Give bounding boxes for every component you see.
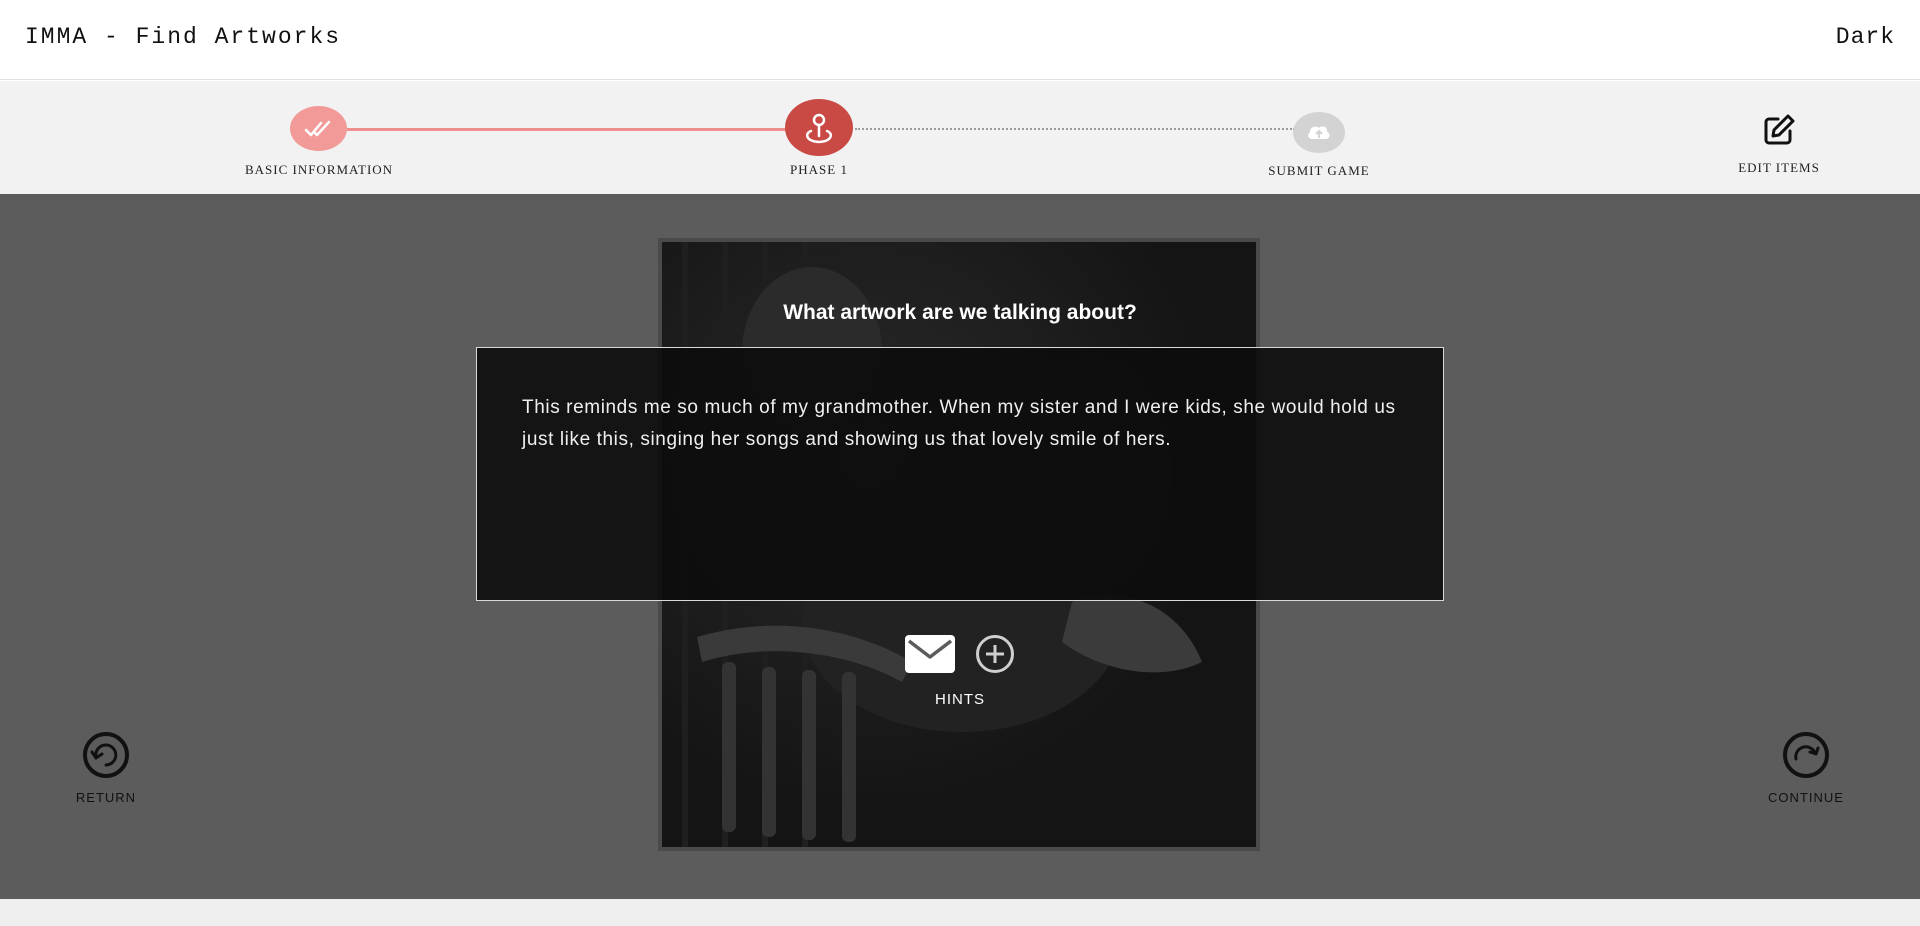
step-submit-game[interactable] [1293, 112, 1345, 153]
redo-icon [1783, 732, 1829, 778]
undo-icon [83, 732, 129, 778]
step-label-submit-game: SUBMIT GAME [1268, 163, 1370, 178]
progress-stepper: BASIC INFORMATION PHASE 1 SUBMIT GAME ED… [0, 81, 1920, 194]
envelope-icon[interactable] [905, 635, 955, 673]
step-label-phase-1: PHASE 1 [790, 162, 848, 177]
return-label: RETURN [75, 790, 137, 805]
description-box: This reminds me so much of my grandmothe… [476, 347, 1444, 601]
cloud-upload-icon [1308, 125, 1330, 139]
edit-items-button[interactable] [1740, 113, 1818, 152]
artwork-description: This reminds me so much of my grandmothe… [522, 397, 1396, 450]
top-bar: IMMA - Find Artworks Dark [0, 0, 1920, 80]
step-label-basic-information: BASIC INFORMATION [244, 162, 394, 177]
continue-button[interactable]: CONTINUE [1766, 731, 1846, 805]
continue-label: CONTINUE [1768, 790, 1844, 805]
edit-items-label: EDIT ITEMS [1738, 160, 1820, 175]
hint-controls [905, 634, 1015, 674]
hints-label: HINTS [935, 691, 985, 708]
bottom-strip [0, 899, 1920, 926]
edit-icon [1764, 114, 1795, 145]
add-hint-icon[interactable] [975, 634, 1015, 674]
map-pin-icon [805, 113, 833, 143]
dark-mode-toggle[interactable]: Dark [1836, 24, 1895, 50]
question-heading: What artwork are we talking about? [783, 301, 1137, 324]
stepper-line-completed [347, 128, 787, 131]
main-content: What artwork are we talking about? This … [0, 194, 1920, 899]
double-check-icon [304, 120, 330, 136]
step-phase-1[interactable] [785, 99, 853, 156]
stepper-line-pending [855, 128, 1295, 130]
app-title: IMMA - Find Artworks [25, 24, 342, 50]
step-basic-information[interactable] [290, 106, 347, 151]
return-button[interactable]: RETURN [66, 731, 146, 805]
envelope-flap [907, 639, 953, 659]
